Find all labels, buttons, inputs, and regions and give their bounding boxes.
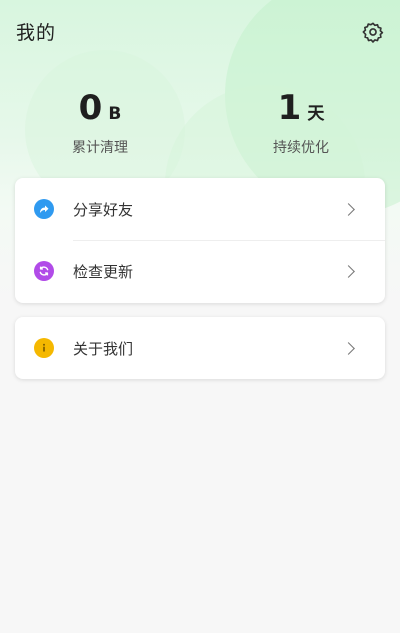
page-title: 我的 xyxy=(16,22,57,44)
share-friends-label: 分享好友 xyxy=(73,200,134,219)
gear-icon[interactable] xyxy=(362,21,384,43)
share-icon xyxy=(34,199,54,219)
cleaned-label: 累计清理 xyxy=(72,140,128,156)
refresh-icon xyxy=(34,261,54,281)
cleaned-value: 0 xyxy=(78,88,103,128)
days-label: 持续优化 xyxy=(273,140,329,156)
about-us-label: 关于我们 xyxy=(73,339,134,358)
about-us-item[interactable]: 关于我们 xyxy=(15,317,385,379)
menu-card: 分享好友 检查更新 xyxy=(15,178,385,303)
chevron-right-icon xyxy=(342,264,355,278)
days-value: 1 xyxy=(277,88,302,128)
days-unit: 天 xyxy=(307,104,325,124)
share-friends-item[interactable]: 分享好友 xyxy=(15,178,385,240)
cleaned-stat: 0 B 累计清理 xyxy=(25,88,175,157)
check-update-label: 检查更新 xyxy=(73,262,134,281)
info-icon xyxy=(34,338,54,358)
cleaned-unit: B xyxy=(108,104,122,124)
check-update-item[interactable]: 检查更新 xyxy=(15,240,385,302)
days-stat: 1 天 持续优化 xyxy=(226,88,376,157)
top-bar: 我的 xyxy=(0,0,400,64)
about-card: 关于我们 xyxy=(15,317,385,379)
chevron-right-icon xyxy=(342,341,355,355)
chevron-right-icon xyxy=(342,202,355,216)
